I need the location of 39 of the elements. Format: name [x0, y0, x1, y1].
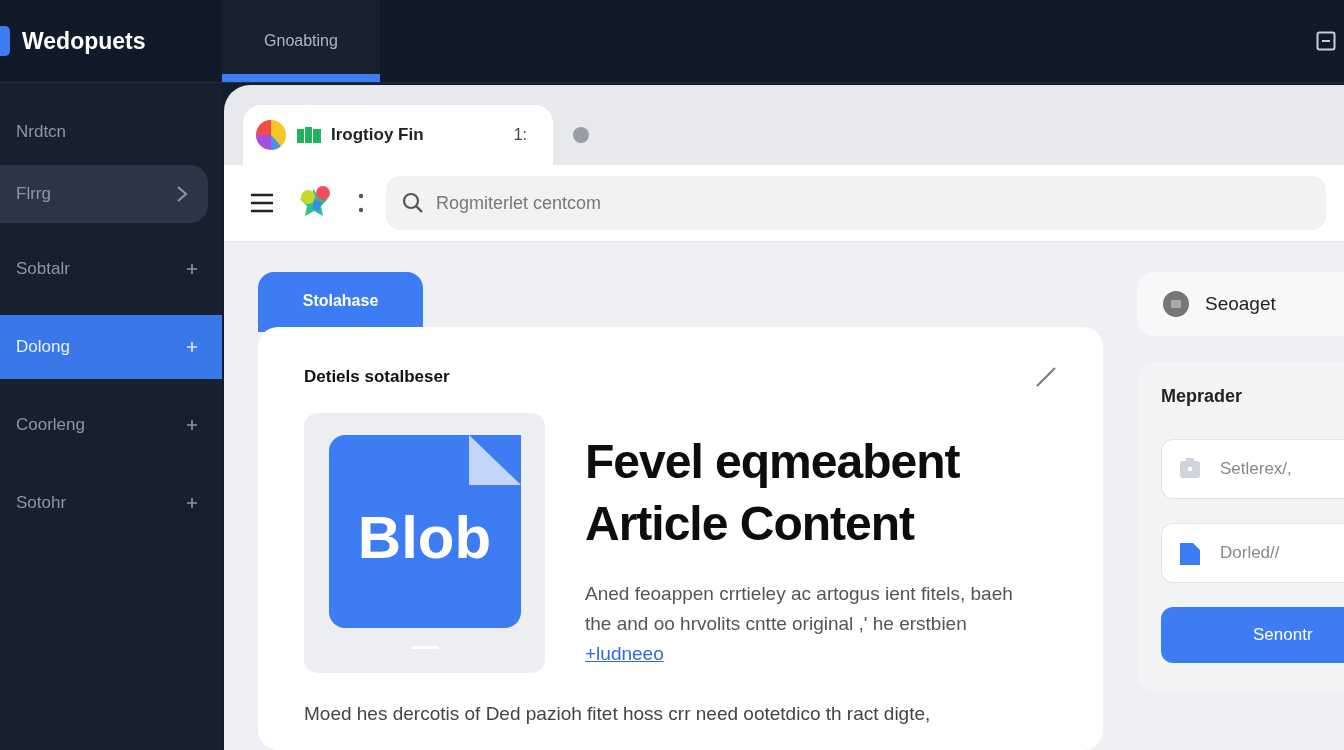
- chevron-icon: [176, 185, 188, 203]
- search-field[interactable]: Rogmiterlet centcom: [386, 176, 1326, 230]
- plus-icon: [186, 497, 198, 509]
- window-icon[interactable]: [1316, 31, 1336, 51]
- plus-icon: [186, 263, 198, 275]
- sidebar-heading: Nrdtcn: [15, 121, 68, 143]
- sidebar-item[interactable]: Sotohr: [0, 471, 222, 535]
- sidebar-item[interactable]: Dolong: [0, 315, 222, 379]
- input-field[interactable]: Dorled//: [1161, 523, 1344, 583]
- bars-icon: [297, 127, 321, 143]
- read-more-link[interactable]: +ludneeo: [585, 643, 664, 664]
- menu-icon[interactable]: [250, 193, 274, 213]
- form-title: Meprader: [1161, 386, 1244, 407]
- browser-tab[interactable]: Irogtioy Fin 1:: [243, 105, 553, 165]
- section-tab[interactable]: Stolahase: [258, 272, 423, 332]
- article-headline: Fevel eqmeabent Article Content: [585, 434, 961, 552]
- sidebar-item[interactable]: Coorleng: [0, 393, 222, 457]
- plus-icon: [186, 419, 198, 431]
- article-body: Moed hes dercotis of Ded pazioh fitet hoss crr need ootetdico th ract digte,: [304, 703, 932, 725]
- tab-title: Irogtioy Fin: [331, 125, 425, 145]
- submit-button[interactable]: Senontr: [1161, 607, 1344, 663]
- site-chip[interactable]: Seoaget: [1137, 272, 1344, 336]
- logo-icon: [0, 26, 12, 56]
- app-name: Wedopuets: [22, 27, 146, 55]
- more-icon[interactable]: [358, 191, 364, 215]
- page-corner-icon: [468, 435, 521, 485]
- avatar-icon: [1163, 291, 1189, 317]
- dot-icon: [573, 127, 589, 143]
- card-title: Detiels sotalbeser: [304, 367, 450, 387]
- document-label: Blob: [357, 503, 492, 572]
- pencil-icon[interactable]: [1035, 366, 1057, 388]
- header-tab[interactable]: Gnoabting: [222, 0, 380, 82]
- input-field[interactable]: Setlerex/,: [1161, 439, 1344, 499]
- sidebar-item[interactable]: Sobtalr: [0, 237, 222, 301]
- plus-icon: [186, 341, 198, 353]
- tab-counter: 1:: [513, 126, 527, 144]
- article-summary: Aned feoappen crrtieley ac artogus ient fitels, baeh the and oo hrvolits cntte original ,' he erstbien +ludneeo: [585, 582, 1014, 666]
- color-wheel-icon: [255, 119, 287, 151]
- sidebar-item[interactable]: Flrrg: [0, 165, 208, 223]
